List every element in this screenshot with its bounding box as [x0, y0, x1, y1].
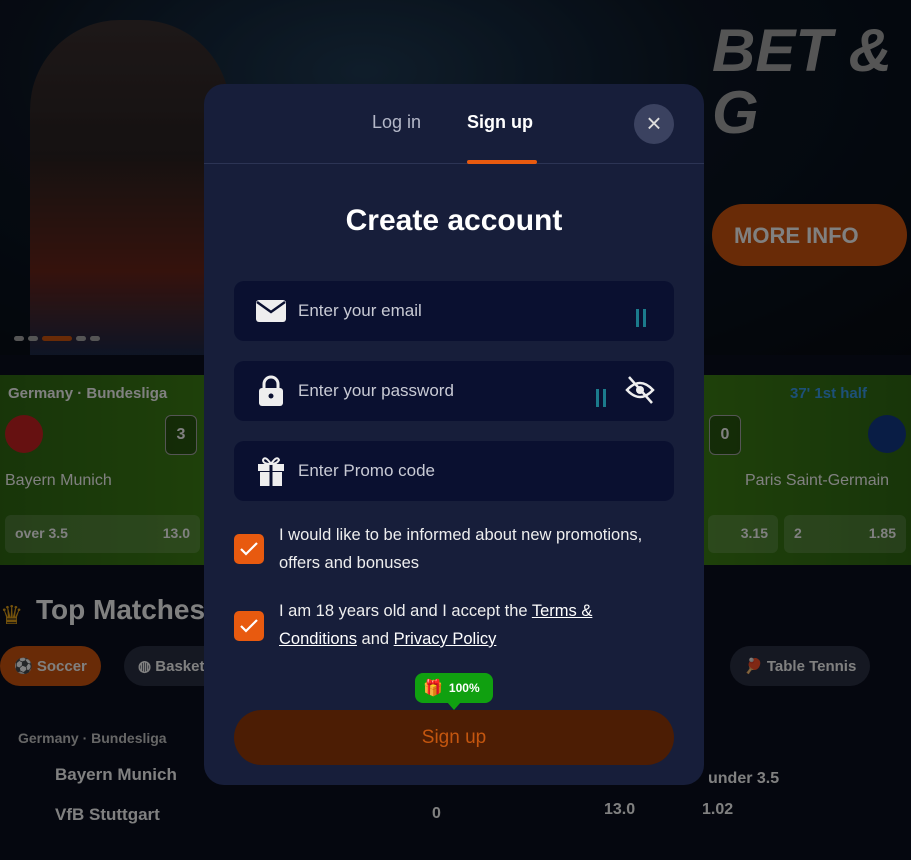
active-tab-indicator: [467, 160, 537, 164]
away-team: VfB Stuttgart: [55, 805, 160, 824]
away-score: 0: [709, 415, 741, 455]
home-team: Bayern Munich: [5, 472, 112, 489]
eye-off-icon[interactable]: [624, 374, 656, 411]
bonus-badge: 🎁 100%: [415, 673, 493, 710]
checkmark-icon: [240, 542, 258, 556]
password-manager-icon[interactable]: [596, 389, 606, 407]
carousel-dots[interactable]: [14, 336, 100, 341]
team-crest: [868, 415, 906, 453]
odd-button[interactable]: 3.15: [708, 515, 778, 553]
terms-consent-checkbox[interactable]: [234, 611, 264, 641]
sport-tab-soccer[interactable]: ⚽ Soccer: [0, 646, 101, 686]
marketing-consent-label: I would like to be informed about new pr…: [279, 526, 643, 572]
close-icon: ×: [646, 108, 662, 138]
odd-label: under 3.5: [708, 770, 780, 787]
away-team: Paris Saint-Germain: [745, 472, 890, 489]
password-input[interactable]: [298, 381, 598, 401]
hero-title: BET & G: [712, 17, 892, 146]
promo-code-input[interactable]: [298, 461, 598, 481]
league-label: Germany · Bundesliga: [18, 730, 167, 746]
privacy-policy-link[interactable]: Privacy Policy: [394, 630, 497, 648]
modal-title: Create account: [345, 204, 563, 237]
home-team: Bayern Munich: [55, 765, 177, 784]
auth-tabs: Log in Sign up ×: [204, 84, 704, 164]
tab-sign-up[interactable]: Sign up: [467, 112, 533, 133]
lock-icon: [256, 375, 286, 406]
password-manager-icon[interactable]: [636, 309, 646, 327]
gift-box-icon: 🎁: [423, 680, 443, 697]
more-info-button[interactable]: MORE INFO: [712, 204, 907, 266]
checkmark-icon: [240, 619, 258, 633]
away-score: 0: [432, 805, 441, 822]
promo-code-field[interactable]: [234, 441, 674, 501]
home-score: 3: [165, 415, 197, 455]
crown-icon: ♛: [0, 600, 24, 630]
sport-tab-table-tennis[interactable]: 🏓 Table Tennis: [730, 646, 871, 686]
team-crest: [5, 415, 43, 453]
signup-modal: Log in Sign up × Create account I would …: [204, 84, 704, 785]
odd-button[interactable]: 2 1.85: [784, 515, 906, 553]
envelope-icon: [256, 296, 286, 326]
odd-button[interactable]: over 3.5 13.0: [5, 515, 200, 553]
odd-button[interactable]: 13.0: [604, 801, 635, 819]
hero-player-image: [30, 20, 230, 355]
match-time: 37' 1st half: [790, 385, 867, 402]
password-field[interactable]: [234, 361, 674, 421]
top-matches-heading: Top Matches: [36, 594, 206, 625]
email-input[interactable]: [298, 301, 598, 321]
marketing-consent-checkbox[interactable]: [234, 534, 264, 564]
odd-button[interactable]: 1.02: [702, 801, 733, 819]
email-field[interactable]: [234, 281, 674, 341]
close-button[interactable]: ×: [634, 104, 674, 144]
tab-log-in[interactable]: Log in: [372, 112, 421, 133]
league-label: Germany · Bundesliga: [8, 385, 168, 402]
terms-consent-label: I am 18 years old and I accept the Terms…: [279, 602, 593, 648]
sign-up-button[interactable]: Sign up: [234, 710, 674, 765]
gift-icon: [256, 456, 286, 486]
